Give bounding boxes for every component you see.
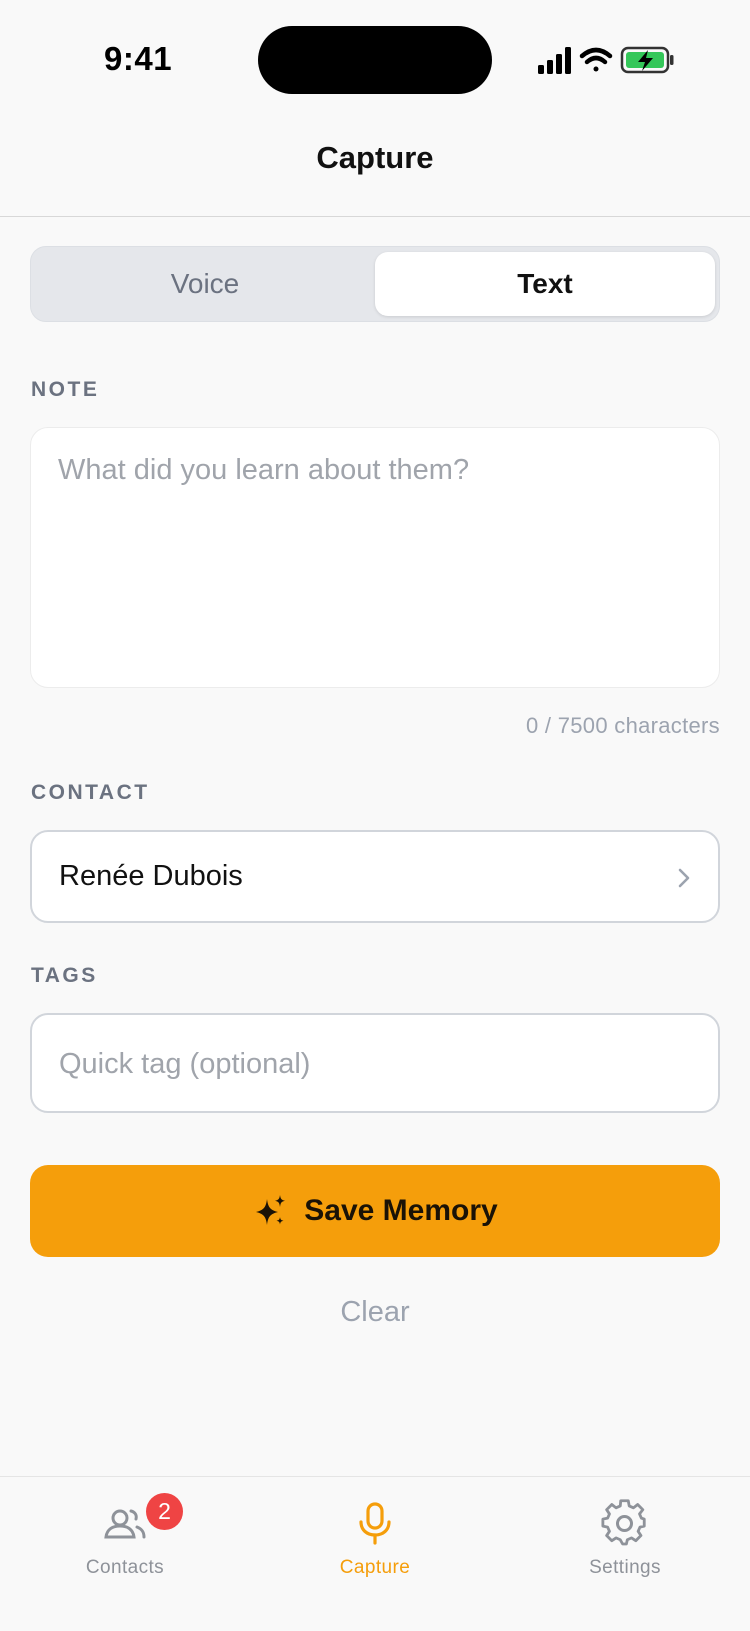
tab-capture[interactable]: Capture (275, 1491, 475, 1591)
tab-contacts-label: Contacts (85, 1557, 165, 1578)
status-time: 9:41 (104, 40, 173, 77)
tab-settings-label: Settings (589, 1557, 661, 1578)
mode-text-option[interactable]: Text (375, 252, 715, 316)
notification-badge: 2 (146, 1493, 183, 1530)
tags-input[interactable]: Quick tag (optional) (30, 1013, 720, 1113)
note-textarea[interactable]: What did you learn about them? (30, 427, 720, 688)
clear-button[interactable]: Clear (0, 1296, 750, 1329)
status-bar: 9:41 (0, 0, 750, 110)
gear-icon (601, 1499, 646, 1546)
note-section-label: NOTE (31, 378, 100, 401)
mode-segmented-control: Voice Text (30, 246, 720, 322)
save-memory-label: Save Memory (304, 1194, 498, 1227)
tab-capture-label: Capture (339, 1557, 411, 1578)
save-memory-button[interactable]: Save Memory (30, 1165, 720, 1257)
tags-section-label: TAGS (31, 964, 98, 987)
tags-placeholder: Quick tag (optional) (59, 1048, 311, 1080)
status-icons (538, 46, 674, 74)
character-count: 0 / 7500 characters (525, 713, 720, 738)
mode-voice-option[interactable]: Voice (35, 252, 375, 316)
battery-charging-icon (620, 46, 674, 74)
page-title: Capture (316, 140, 434, 175)
chevron-right-icon (678, 868, 690, 888)
contact-value: Renée Dubois (59, 860, 243, 892)
nav-bar: Capture (0, 110, 750, 217)
contacts-icon (104, 1509, 146, 1539)
tab-settings[interactable]: Settings (525, 1491, 725, 1591)
microphone-icon (359, 1502, 391, 1545)
wifi-icon (579, 47, 613, 72)
tab-contacts[interactable]: Contacts 2 (25, 1491, 225, 1591)
tab-bar: Contacts 2 Capture Settings (0, 1476, 750, 1631)
contact-section-label: CONTACT (31, 781, 150, 804)
cellular-signal-icon (538, 47, 571, 74)
dynamic-island (258, 26, 492, 94)
note-placeholder: What did you learn about them? (58, 454, 470, 486)
sparkles-icon (256, 1195, 286, 1225)
contact-picker[interactable]: Renée Dubois (30, 830, 720, 923)
